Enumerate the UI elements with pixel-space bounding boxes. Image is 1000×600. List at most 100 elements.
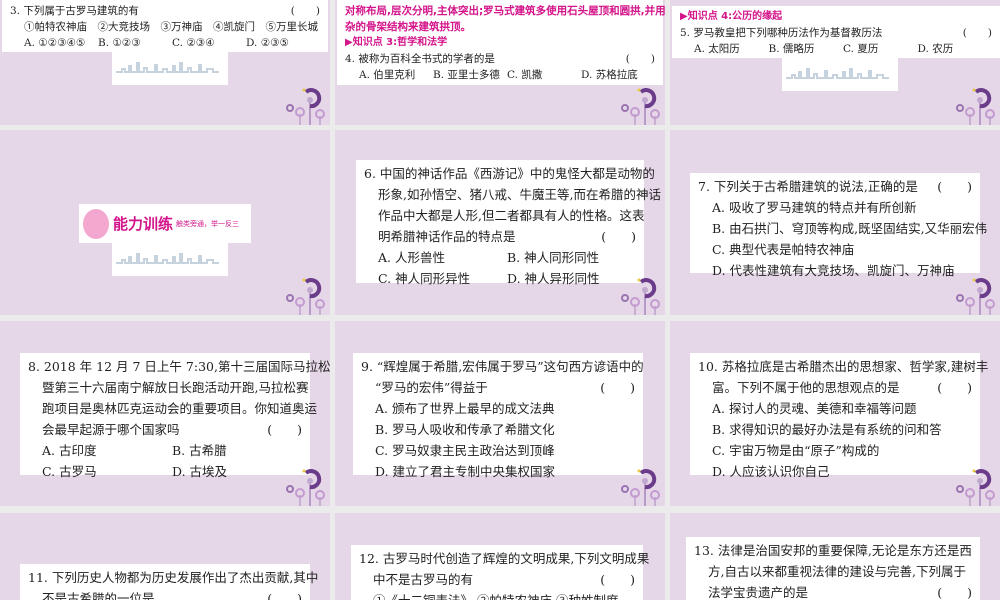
option-b: B. 求得知识的最好办法是有系统的问和答 bbox=[712, 422, 942, 437]
flower-decoration-icon bbox=[620, 276, 660, 315]
slide-q13: 13. 法律是治国安邦的重要保障,无论是东方还是西 方,自古以来都重视法律的建设… bbox=[670, 513, 1000, 600]
option-b: B. 儒略历 bbox=[768, 43, 815, 55]
logo-title: 能力训练 bbox=[113, 215, 174, 233]
answer-blank: ( ) bbox=[937, 179, 972, 194]
answer-blank: ( ) bbox=[290, 5, 320, 17]
question-stem: 中不是古罗马的有 bbox=[373, 572, 474, 587]
question-stem: 10. 苏格拉底是古希腊杰出的思想家、哲学家,建树丰 bbox=[698, 359, 989, 374]
slide-q7: 7. 下列关于古希腊建筑的说法,正确的是 ( ) A. 吸收了罗马建筑的特点并有所… bbox=[670, 130, 1000, 315]
flower-decoration-icon bbox=[285, 467, 325, 506]
question-stem: 法学宝贵遗产的是 bbox=[708, 585, 809, 600]
option-b: B. ①②③ bbox=[98, 37, 141, 49]
logo-subtitle: 触类旁通，举一反三 bbox=[176, 219, 240, 228]
question-6: 6. 中国的神话作品《西游记》中的鬼怪大都是动物的 形象,如孙悟空、猪八戒、牛魔… bbox=[356, 160, 661, 286]
question-items: ①《十二铜表法》 ②帕特农神庙 ③种姓制度 bbox=[373, 590, 618, 600]
answer-blank: ( ) bbox=[601, 229, 636, 244]
option-b: B. 神人同形同性 bbox=[507, 250, 600, 265]
option-c: C. 典型代表是帕特农神庙 bbox=[712, 242, 855, 257]
question-7: 7. 下列关于古希腊建筑的说法,正确的是 ( ) A. 吸收了罗马建筑的特点并有所… bbox=[690, 173, 987, 278]
question-3: 3. 下列属于古罗马建筑的有 ( ) ①帕特农神庙 ②大竞技场 ③万神庙 ④凯旋门… bbox=[2, 0, 328, 52]
option-a: A. ①②③④⑤ bbox=[24, 37, 86, 49]
question-5: ▶知识点 4:公历的缘起 5. 罗马教皇把下列哪种历法作为基督教历法 ( ) A.… bbox=[672, 6, 1000, 58]
question-stem: 暨第三十六届南宁解放日长跑活动开跑,马拉松赛 bbox=[42, 380, 309, 395]
option-d: D. 代表性建筑有大竞技场、凯旋门、万神庙 bbox=[712, 263, 955, 278]
option-d: D. 人应该认识你自己 bbox=[712, 464, 830, 479]
question-stem: 富。下列不属于他的思想观点的是 bbox=[712, 380, 900, 395]
option-a: A. 吸收了罗马建筑的特点并有所创新 bbox=[712, 200, 917, 215]
option-b: B. 亚里士多德 bbox=[433, 69, 500, 81]
option-c: C. 宇宙万物是由“原子”构成的 bbox=[712, 443, 880, 458]
question-13: 13. 法律是治国安邦的重要保障,无论是东方还是西 方,自古以来都重视法律的建设… bbox=[686, 537, 980, 600]
flower-decoration-icon bbox=[620, 86, 660, 125]
option-c: C. 神人同形异性 bbox=[378, 271, 471, 286]
option-a: A. 颁布了世界上最早的成文法典 bbox=[375, 401, 555, 416]
cityscape-image bbox=[112, 52, 228, 85]
question-4: 对称布局,层次分明,主体突出;罗马式建筑多使用石头屋顶和圆拱,并用复 杂的骨架结… bbox=[337, 0, 665, 85]
question-stem: 8. 2018 年 12 月 7 日上午 7:30,第十三届国际马拉松 bbox=[28, 359, 330, 374]
question-stem: 作品中大都是人形,但二者都具有人的性格。这表 bbox=[378, 208, 645, 223]
option-a: A. 伯里克利 bbox=[359, 69, 416, 81]
answer-blank: ( ) bbox=[937, 585, 972, 600]
answer-blank: ( ) bbox=[600, 572, 635, 587]
flower-decoration-icon bbox=[955, 276, 995, 315]
question-stem: 5. 罗马教皇把下列哪种历法作为基督教历法 bbox=[680, 27, 883, 39]
knowledge-point-heading: ▶知识点 3:哲学和法学 bbox=[345, 37, 448, 48]
answer-blank: ( ) bbox=[625, 53, 655, 65]
question-stem: 6. 中国的神话作品《西游记》中的鬼怪大都是动物的 bbox=[364, 166, 655, 181]
answer-blank: ( ) bbox=[937, 380, 972, 395]
option-c: C. 凯撒 bbox=[507, 69, 543, 81]
question-stem: 13. 法律是治国安邦的重要保障,无论是东方还是西 bbox=[694, 543, 972, 558]
question-10: 10. 苏格拉底是古希腊杰出的思想家、哲学家,建树丰 富。下列不属于他的思想观点… bbox=[690, 353, 988, 479]
question-9: 9. “辉煌属于希腊,宏伟属于罗马”这句西方谚语中的 “罗马的宏伟”得益于 ( )… bbox=[353, 353, 644, 479]
note-line: 杂的骨架结构来建筑拱顶。 bbox=[345, 21, 471, 33]
answer-blank: ( ) bbox=[267, 591, 302, 600]
slide-q5: ▶知识点 4:公历的缘起 5. 罗马教皇把下列哪种历法作为基督教历法 ( ) A.… bbox=[670, 0, 1000, 125]
cartoon-girl-icon bbox=[83, 208, 109, 239]
question-stem: 跑项目是奥林匹克运动会的重要项目。你知道奥运 bbox=[42, 401, 318, 416]
question-stem: 明希腊神话作品的特点是 bbox=[378, 229, 516, 244]
cityscape-image bbox=[782, 58, 898, 91]
slide-q4: 对称布局,层次分明,主体突出;罗马式建筑多使用石头屋顶和圆拱,并用复 杂的骨架结… bbox=[335, 0, 665, 125]
slide-q9: 9. “辉煌属于希腊,宏伟属于罗马”这句西方谚语中的 “罗马的宏伟”得益于 ( )… bbox=[335, 321, 665, 506]
slide-q10: 10. 苏格拉底是古希腊杰出的思想家、哲学家,建树丰 富。下列不属于他的思想观点… bbox=[670, 321, 1000, 506]
question-stem: “罗马的宏伟”得益于 bbox=[375, 380, 488, 395]
knowledge-point-label: 知识点 3:哲学和法学 bbox=[352, 37, 448, 48]
slide-q6: 6. 中国的神话作品《西游记》中的鬼怪大都是动物的 形象,如孙悟空、猪八戒、牛魔… bbox=[335, 130, 665, 315]
question-stem: 12. 古罗马时代创造了辉煌的文明成果,下列文明成果 bbox=[359, 551, 650, 566]
ability-training-logo: 能力训练 触类旁通，举一反三 bbox=[79, 204, 251, 243]
slide-q11: 11. 下列历史人物都为历史发展作出了杰出贡献,其中 不是古希腊的一位是 ( ) bbox=[0, 513, 330, 600]
answer-blank: ( ) bbox=[600, 380, 635, 395]
option-d: D. 农历 bbox=[917, 43, 954, 55]
option-b: B. 古希腊 bbox=[172, 443, 227, 458]
note-line: 对称布局,层次分明,主体突出;罗马式建筑多使用石头屋顶和圆拱,并用复 bbox=[345, 5, 665, 17]
answer-blank: ( ) bbox=[962, 27, 992, 39]
option-c: C. 夏历 bbox=[843, 43, 879, 55]
option-a: A. 人形兽性 bbox=[378, 250, 445, 265]
option-a: A. 探讨人的灵魂、美德和幸福等问题 bbox=[712, 401, 917, 416]
question-stem: 3. 下列属于古罗马建筑的有 bbox=[10, 5, 139, 17]
knowledge-point-label: 知识点 4:公历的缘起 bbox=[687, 11, 783, 22]
answer-blank: ( ) bbox=[267, 422, 302, 437]
question-stem: 4. 被称为百科全书式的学者的是 bbox=[345, 53, 495, 65]
option-d: D. 建立了君主专制中央集权国家 bbox=[375, 464, 556, 479]
option-d: D. ②③⑤ bbox=[246, 37, 289, 49]
option-a: A. 太阳历 bbox=[694, 43, 740, 55]
slide-section-title: 能力训练 触类旁通，举一反三 bbox=[0, 130, 330, 315]
question-stem: 方,自古以来都重视法律的建设与完善,下列属于 bbox=[708, 564, 966, 579]
cityscape-image bbox=[112, 243, 228, 276]
option-c: C. 古罗马 bbox=[42, 464, 97, 479]
question-8: 8. 2018 年 12 月 7 日上午 7:30,第十三届国际马拉松 暨第三十… bbox=[20, 353, 330, 479]
flower-decoration-icon bbox=[285, 276, 325, 315]
option-d: D. 苏格拉底 bbox=[581, 69, 638, 81]
flower-decoration-icon bbox=[620, 467, 660, 506]
slide-q3: 3. 下列属于古罗马建筑的有 ( ) ①帕特农神庙 ②大竞技场 ③万神庙 ④凯旋门… bbox=[0, 0, 330, 125]
question-12: 12. 古罗马时代创造了辉煌的文明成果,下列文明成果 中不是古罗马的有 ( ) ①… bbox=[351, 545, 649, 600]
flower-decoration-icon bbox=[285, 86, 325, 125]
option-b: B. 由石拱门、穹顶等构成,既坚固结实,又华丽宏伟 bbox=[712, 221, 988, 236]
question-stem: 形象,如孙悟空、猪八戒、牛魔王等,而在希腊的神话 bbox=[378, 187, 661, 202]
question-stem: 11. 下列历史人物都为历史发展作出了杰出贡献,其中 bbox=[28, 570, 319, 585]
flower-decoration-icon bbox=[955, 467, 995, 506]
option-b: B. 罗马人吸收和传承了希腊文化 bbox=[375, 422, 555, 437]
question-stem: 会最早起源于哪个国家吗 bbox=[42, 422, 180, 437]
slide-q8: 8. 2018 年 12 月 7 日上午 7:30,第十三届国际马拉松 暨第三十… bbox=[0, 321, 330, 506]
